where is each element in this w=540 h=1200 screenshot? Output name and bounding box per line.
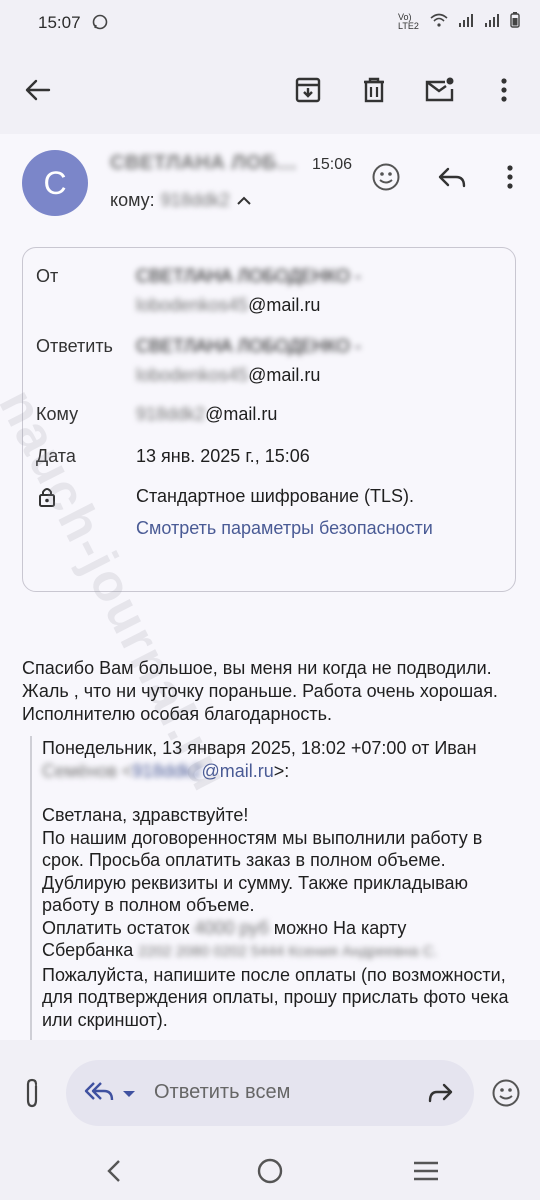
email-time: 15:06 [312,156,353,173]
status-icons: Vo) LTE2 [398,12,520,31]
signal-icon [458,13,474,30]
home-circle-icon [257,1158,283,1184]
chevron-left-icon [107,1159,121,1183]
quote-paragraph-4: Пожалуйста, напишите после оплаты (по во… [42,964,509,1030]
from-email: lobodenkos45@mail.ru [136,295,320,316]
reply-to-name: СВЕТЛАНА ЛОБОДЕНКО - [136,336,361,356]
more-menu-button[interactable] [482,68,526,112]
to-email-user: 918ddk2 [136,404,206,424]
menu-lines-icon [413,1161,439,1181]
security-details-link[interactable]: Смотреть параметры безопасности [136,518,433,539]
attach-button[interactable] [10,1071,54,1115]
reply-button[interactable] [430,155,474,199]
trash-icon [363,77,385,103]
mark-unread-button[interactable] [418,68,462,112]
chevron-up-icon [236,190,252,211]
from-email-user: lobodenkos45 [136,295,249,315]
reply-icon [438,166,466,188]
forward-button[interactable] [418,1071,462,1115]
quote-sender-line: Семёнов <918ddk2@mail.ru>: [42,760,522,783]
archive-icon [295,77,321,103]
smiley-icon [372,163,400,191]
status-time: 15:07 [38,13,81,32]
reply-to-email: lobodenkos45@mail.ru [136,365,320,386]
quote-p2-end: можно На карту [273,917,407,938]
from-email-domain: @mail.ru [248,295,321,315]
more-vert-icon [507,165,513,189]
quote-email-end: >: [273,760,290,781]
emoji-reaction-button[interactable] [364,155,408,199]
nav-home-button[interactable] [248,1149,292,1193]
quote-greeting: Светлана, здравствуйте! [42,805,249,825]
quote-amount: 4000 руб [194,917,269,938]
reply-placeholder: Ответить всем [154,1081,291,1103]
date-value: 13 янв. 2025 г., 15:06 [136,446,310,466]
forward-icon [427,1083,453,1103]
quote-header: Понедельник, 13 января 2025, 18:02 +07:0… [42,738,477,758]
to-label: кому: [110,190,155,210]
quote-bar [30,736,32,1046]
from-label: От [36,266,59,286]
quote-paragraph-1: По нашим договоренностям мы выполнили ра… [42,827,483,916]
nav-recents-button[interactable] [404,1149,448,1193]
network-label: Vo) LTE2 [398,11,419,31]
message-more-button[interactable] [488,155,532,199]
recipient-line[interactable]: кому: 918ddk2 [110,190,252,211]
back-button[interactable] [16,68,60,112]
reply-mode-selector[interactable] [84,1080,136,1107]
quote-email-user[interactable]: 918ddk2 [132,761,201,781]
whatsapp-icon [92,14,108,35]
wifi-icon [430,13,448,30]
quote-email-domain[interactable]: @mail.ru [202,761,274,781]
signal-icon-2 [484,13,500,30]
quote-paragraph-2: Оплатить остаток 4000 руб можно На карту [42,917,522,940]
to-detail-email: 918ddk2@mail.ru [136,404,277,425]
smiley-icon [492,1079,520,1107]
quote-card: 2202 2080 0202 5444 Ксения Андреевна С. [138,943,438,960]
archive-button[interactable] [286,68,330,112]
caret-down-icon [122,1085,136,1103]
quote-p3-start: Сбербанка [42,940,134,960]
more-vert-icon [501,78,507,102]
sender-avatar[interactable]: С [22,150,88,216]
to-value: 918ddk2 [160,190,230,210]
reply-all-icon [84,1080,114,1107]
quoted-message: Понедельник, 13 января 2025, 18:02 +07:0… [42,737,522,1031]
reply-email-domain: @mail.ru [248,365,321,385]
message-body: Спасибо Вам большое, вы меня ни когда не… [22,658,498,724]
reply-email-user: lobodenkos45 [136,365,249,385]
paperclip-icon [23,1078,41,1108]
emoji-button[interactable] [484,1071,528,1115]
encryption-text: Стандартное шифрование (TLS). [136,486,415,506]
reply-to-label: Ответить [36,336,113,356]
from-name: СВЕТЛАНА ЛОБОДЕНКО - [136,266,361,286]
mail-unread-icon [425,77,455,103]
quote-name: Семёнов < [42,760,133,781]
nav-back-button[interactable] [92,1149,136,1193]
battery-icon [510,12,520,31]
sender-name: СВЕТЛАНА ЛОБ… [110,152,298,174]
arrow-back-icon [25,79,51,101]
quote-p2-start: Оплатить остаток [42,917,190,938]
delete-button[interactable] [352,68,396,112]
quote-paragraph-3: Сбербанка 2202 2080 0202 5444 Ксения Анд… [42,939,522,964]
to-email-domain: @mail.ru [205,404,278,424]
